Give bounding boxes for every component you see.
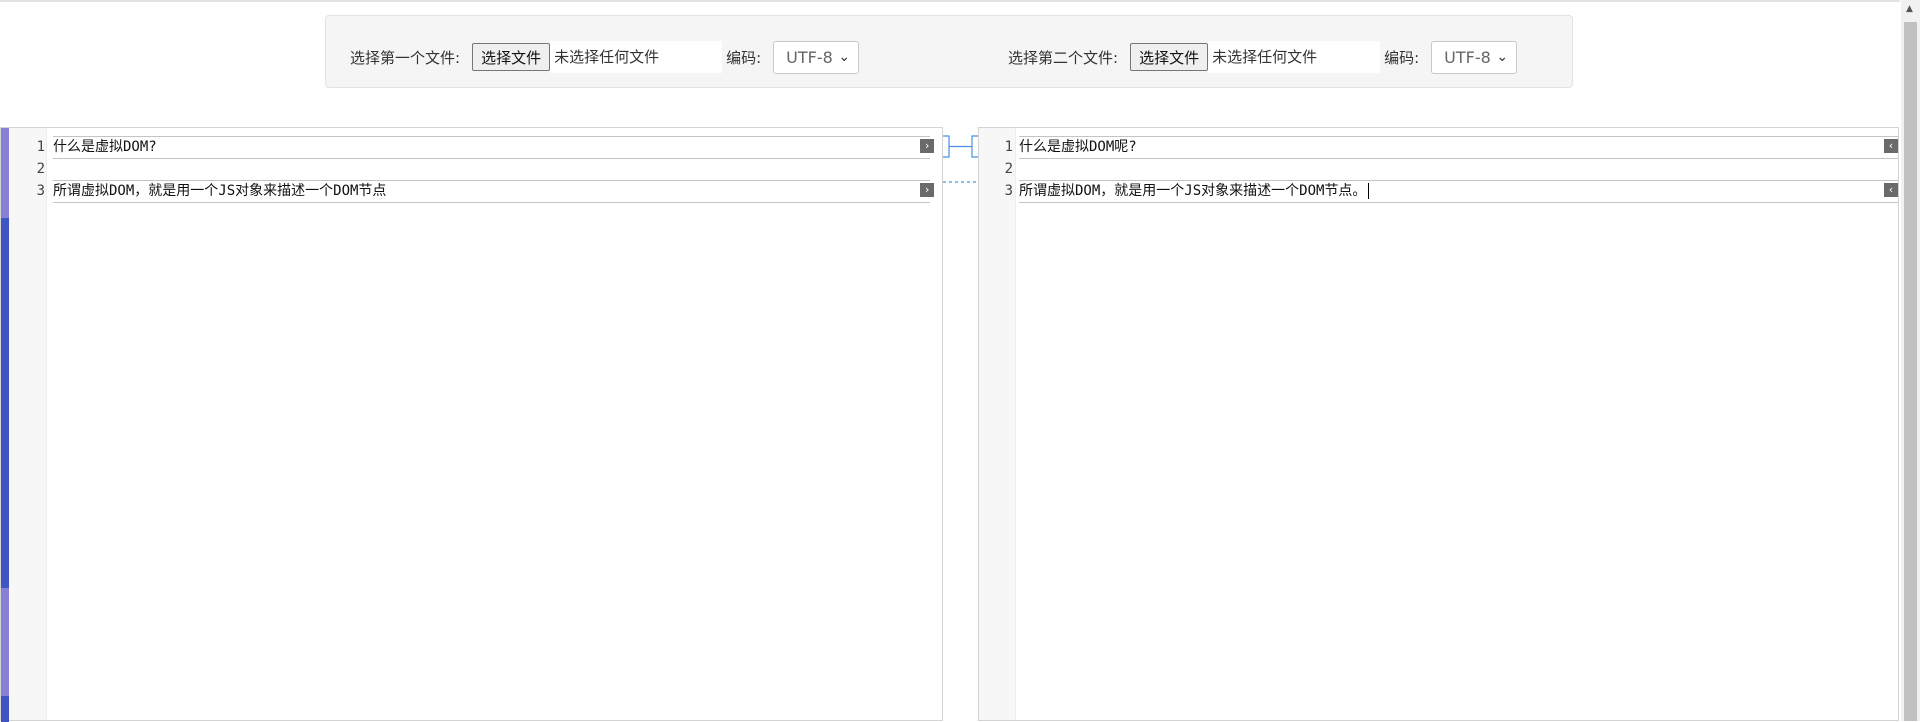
second-encoding-value: UTF-8 xyxy=(1444,47,1491,67)
line-text-container[interactable]: 所谓虚拟DOM，就是用一个JS对象来描述一个DOM节点。 xyxy=(1019,180,1898,203)
line-number: 3 xyxy=(36,183,45,199)
first-file-status: 未选择任何文件 xyxy=(550,41,723,73)
second-file-label: 选择第二个文件: xyxy=(1008,48,1119,67)
diff-connector xyxy=(943,135,978,183)
connector-line xyxy=(943,135,950,158)
line-text[interactable] xyxy=(53,158,930,179)
text-cursor xyxy=(1368,183,1370,199)
merge-left-icon[interactable]: ‹ xyxy=(1884,139,1898,153)
editor-line[interactable]: 1 什么是虚拟DOM? › xyxy=(1,136,942,159)
line-number: 2 xyxy=(36,161,45,177)
line-text: 所谓虚拟DOM，就是用一个JS对象来描述一个DOM节点。 xyxy=(1019,183,1367,199)
line-text[interactable]: 所谓虚拟DOM，就是用一个JS对象来描述一个DOM节点 xyxy=(53,180,930,203)
left-editor[interactable]: 1 什么是虚拟DOM? › 2 3 所谓虚拟DOM，就是用一个JS对象来描述一个… xyxy=(0,127,943,722)
top-border xyxy=(0,0,1900,2)
editor-line[interactable]: 2 xyxy=(979,158,1898,180)
chevron-down-icon: ⌄ xyxy=(1496,48,1509,65)
editor-line[interactable]: 2 xyxy=(1,158,942,180)
editor-line[interactable]: 3 所谓虚拟DOM，就是用一个JS对象来描述一个DOM节点。 ‹ xyxy=(979,180,1898,203)
right-file-group: 选择第二个文件: 选择文件 未选择任何文件 编码: UTF-8 ⌄ xyxy=(1008,40,1518,74)
chevron-down-icon: ⌄ xyxy=(838,48,851,65)
choose-second-file-button[interactable]: 选择文件 xyxy=(1130,43,1209,71)
line-number: 2 xyxy=(1004,161,1013,177)
second-encoding-select[interactable]: UTF-8 ⌄ xyxy=(1431,40,1518,74)
merge-right-icon[interactable]: › xyxy=(920,139,934,153)
first-encoding-value: UTF-8 xyxy=(786,47,833,67)
page-scrollbar[interactable]: ▲ xyxy=(1901,0,1920,721)
left-file-group: 选择第一个文件: 选择文件 未选择任何文件 编码: UTF-8 ⌄ xyxy=(350,40,860,74)
line-number: 1 xyxy=(36,139,45,155)
line-number: 3 xyxy=(1004,183,1013,199)
line-number: 1 xyxy=(1004,139,1013,155)
line-number-gutter xyxy=(979,128,1016,720)
file-toolbar: 选择第一个文件: 选择文件 未选择任何文件 编码: UTF-8 ⌄ 选择第二个文… xyxy=(325,15,1573,88)
change-overview-marker xyxy=(1,696,9,722)
choose-first-file-button[interactable]: 选择文件 xyxy=(472,43,551,71)
merge-right-icon[interactable]: › xyxy=(920,183,934,197)
second-file-status: 未选择任何文件 xyxy=(1208,41,1381,73)
line-text[interactable]: 什么是虚拟DOM? xyxy=(53,136,930,159)
change-overview-marker xyxy=(1,218,9,588)
scroll-up-icon[interactable]: ▲ xyxy=(1906,4,1913,14)
line-text[interactable]: 什么是虚拟DOM呢? xyxy=(1019,136,1898,159)
right-editor[interactable]: 1 什么是虚拟DOM呢? ‹ 2 3 所谓虚拟DOM，就是用一个JS对象来描述一… xyxy=(978,127,1899,721)
merge-left-icon[interactable]: ‹ xyxy=(1884,183,1898,197)
first-encoding-label: 编码: xyxy=(726,48,762,67)
first-encoding-select[interactable]: UTF-8 ⌄ xyxy=(773,40,860,74)
first-file-label: 选择第一个文件: xyxy=(350,48,461,67)
line-number-gutter xyxy=(9,128,47,720)
editor-line[interactable]: 1 什么是虚拟DOM呢? ‹ xyxy=(979,136,1898,159)
line-text[interactable] xyxy=(1019,158,1898,179)
scrollbar-thumb[interactable] xyxy=(1904,22,1917,721)
second-encoding-label: 编码: xyxy=(1384,48,1420,67)
editor-line[interactable]: 3 所谓虚拟DOM，就是用一个JS对象来描述一个DOM节点 › xyxy=(1,180,942,203)
